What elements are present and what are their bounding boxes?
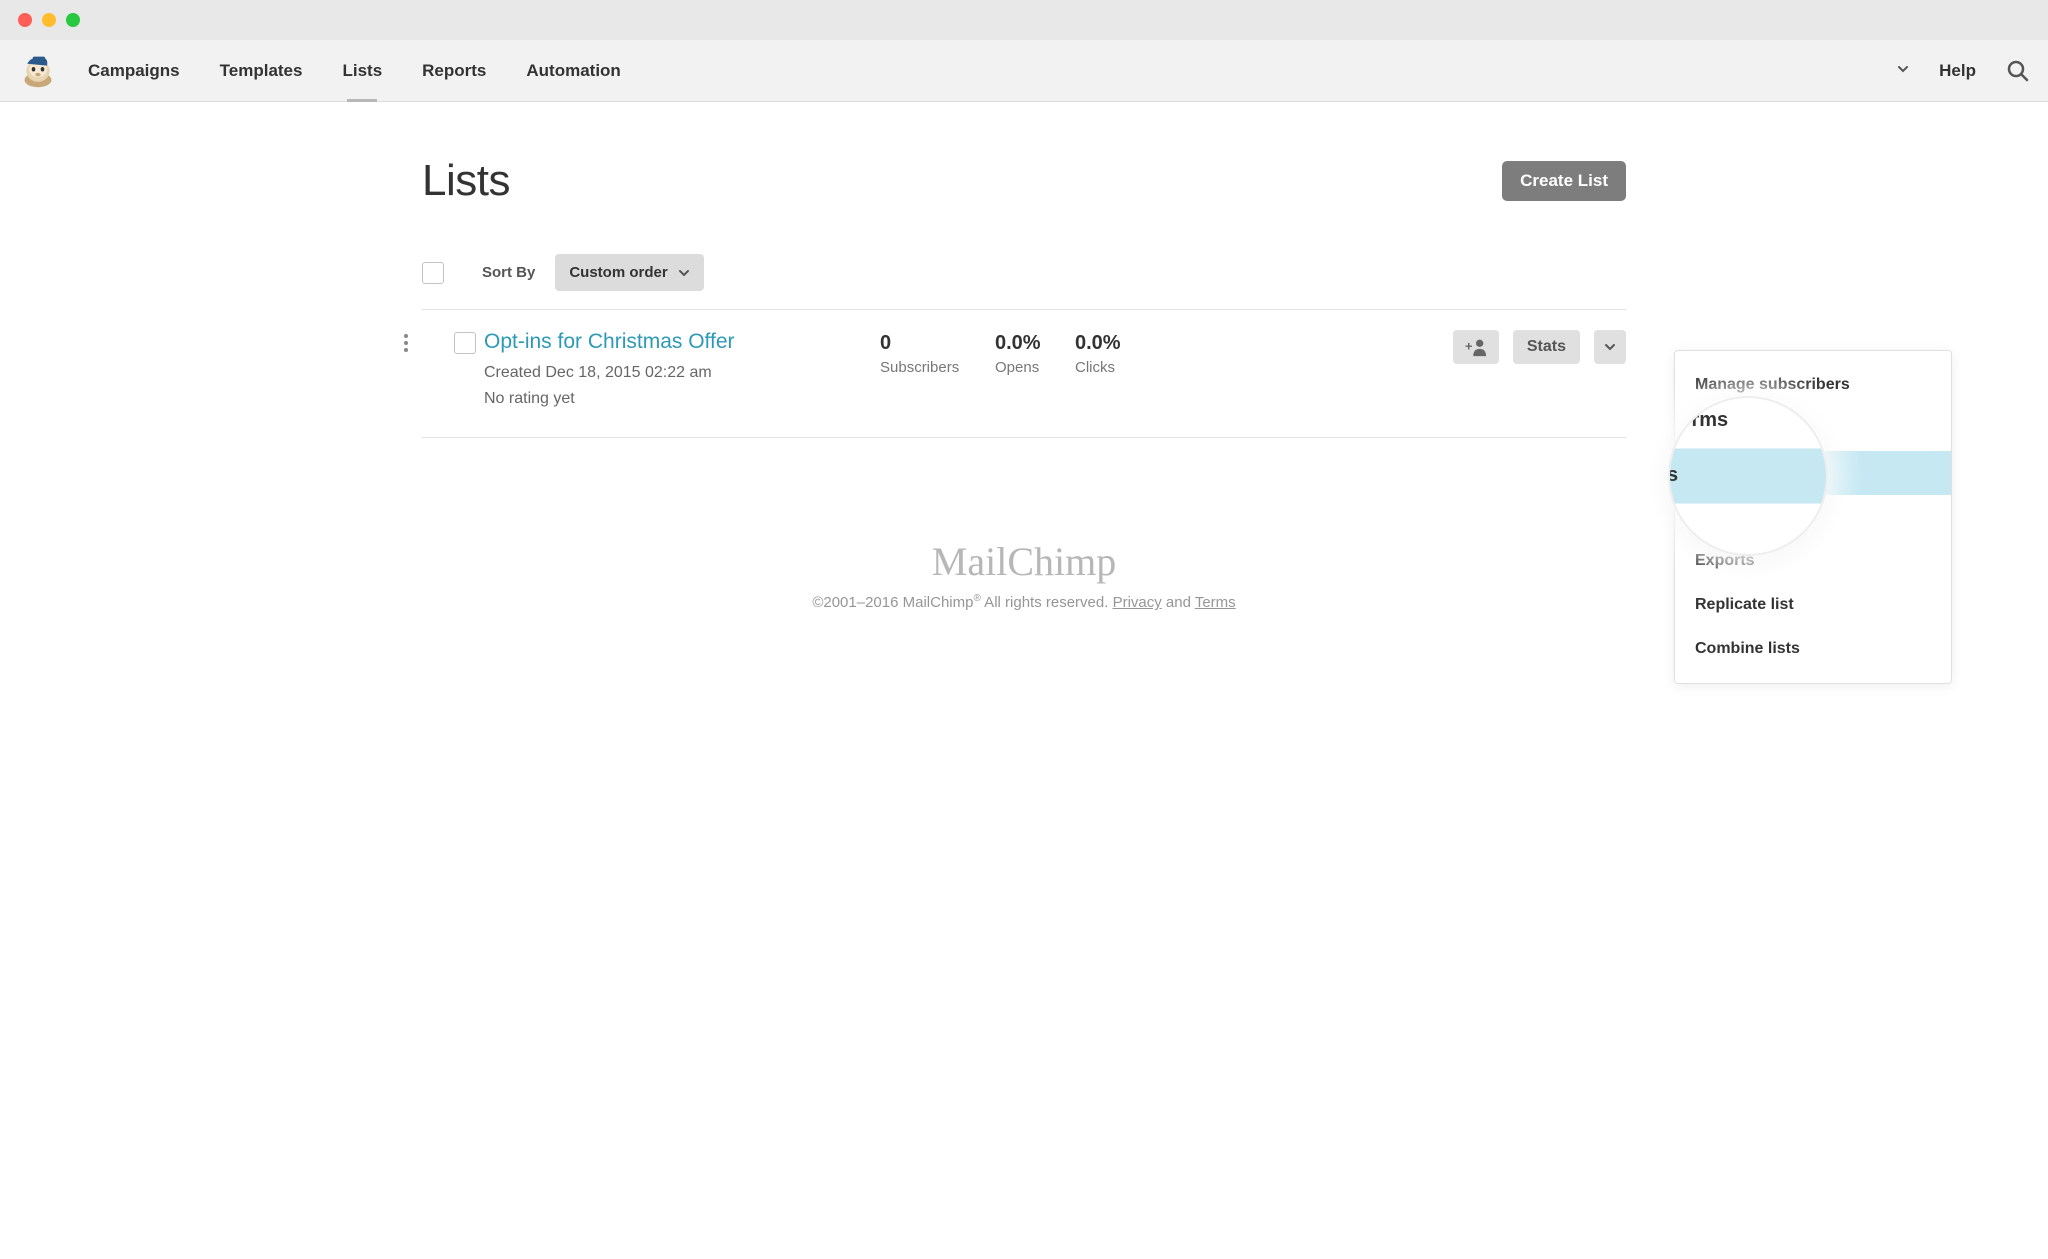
chevron-down-icon [678,267,690,279]
dropdown-exports[interactable]: Exports [1675,539,1951,583]
stat-opens-label: Opens [995,359,1075,376]
nav-reports[interactable]: Reports [422,41,486,101]
sort-bar: Sort By Custom order [422,242,1626,310]
stat-subscribers-label: Subscribers [880,359,995,376]
footer-rights: All rights reserved. [981,594,1113,611]
window-maximize-button[interactable] [66,13,80,27]
account-menu-caret[interactable] [1897,63,1909,78]
chevron-down-icon [1604,341,1616,353]
row-actions-dropdown-button[interactable] [1594,330,1626,364]
stat-subscribers-value: 0 [880,332,995,355]
help-link[interactable]: Help [1939,61,1976,81]
registered-mark: ® [973,593,980,604]
privacy-link[interactable]: Privacy [1113,594,1162,611]
list-rating: No rating yet [484,386,880,412]
dropdown-combine-lists[interactable]: Combine lists [1675,627,1951,671]
dropdown-manage-subscribers[interactable]: Manage subscribers [1675,363,1951,407]
drag-handle-icon[interactable] [404,330,420,352]
row-actions-dropdown: Manage subscribers Signup forms Settings… [1674,350,1952,684]
mailchimp-logo[interactable] [18,51,58,91]
add-subscriber-button[interactable]: + [1453,330,1499,364]
list-created-date: Created Dec 18, 2015 02:22 am [484,360,880,386]
nav-templates[interactable]: Templates [220,41,303,101]
dropdown-import[interactable]: Import [1675,495,1951,539]
sort-selected-value: Custom order [569,264,667,281]
stat-opens-value: 0.0% [995,332,1075,355]
sort-by-label: Sort By [482,264,535,281]
nav-campaigns[interactable]: Campaigns [88,41,180,101]
add-person-icon: + [1465,337,1487,357]
create-list-button[interactable]: Create List [1502,161,1626,201]
footer: MailChimp ©2001–2016 MailChimp® All righ… [422,538,1626,611]
svg-text:+: + [1465,339,1473,354]
dropdown-signup-forms[interactable]: Signup forms [1675,407,1951,451]
window-chrome [0,0,2048,40]
nav-items: Campaigns Templates Lists Reports Automa… [88,41,621,101]
stats-button[interactable]: Stats [1513,330,1580,364]
footer-copyright: ©2001–2016 MailChimp [812,594,973,611]
dropdown-replicate-list[interactable]: Replicate list [1675,583,1951,627]
stat-clicks-value: 0.0% [1075,332,1155,355]
window-minimize-button[interactable] [42,13,56,27]
page-title: Lists [422,156,510,206]
top-nav: Campaigns Templates Lists Reports Automa… [0,40,2048,102]
stat-clicks-label: Clicks [1075,359,1155,376]
terms-link[interactable]: Terms [1195,594,1236,611]
select-all-checkbox[interactable] [422,262,444,284]
nav-automation[interactable]: Automation [526,41,620,101]
footer-and: and [1162,594,1195,611]
nav-lists[interactable]: Lists [342,41,382,101]
footer-brand: MailChimp [422,538,1626,585]
sort-select[interactable]: Custom order [555,254,703,291]
search-icon[interactable] [2006,59,2030,83]
list-name-link[interactable]: Opt-ins for Christmas Offer [484,330,880,354]
list-row: Opt-ins for Christmas Offer Created Dec … [422,310,1626,438]
dropdown-settings[interactable]: Settings [1675,451,1951,495]
window-close-button[interactable] [18,13,32,27]
